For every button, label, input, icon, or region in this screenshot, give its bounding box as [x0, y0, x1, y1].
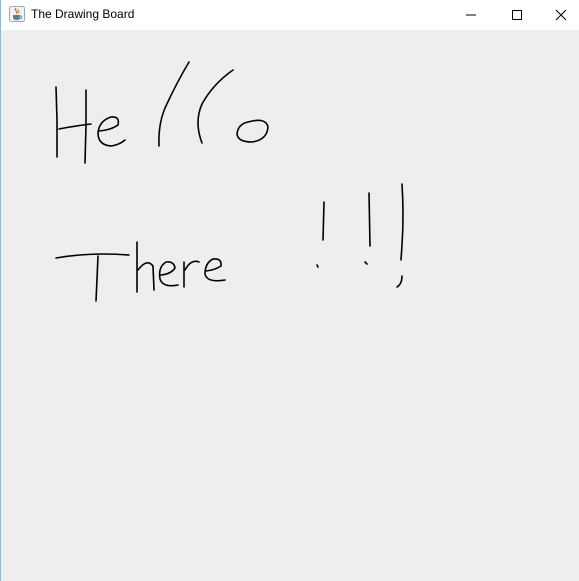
stroke-t-top	[55, 253, 130, 259]
app-window: The Drawing Board	[0, 0, 579, 581]
stroke-e2	[158, 261, 179, 287]
stroke-excl2	[368, 192, 371, 247]
handwritten-exclamations	[316, 183, 404, 288]
freehand-drawing	[55, 61, 404, 302]
close-icon	[555, 9, 567, 21]
drawing-canvas[interactable]	[1, 30, 579, 581]
stroke-excl1	[322, 201, 325, 241]
stroke-l2	[197, 69, 234, 144]
maximize-button[interactable]	[494, 0, 540, 30]
stroke-e	[97, 116, 126, 147]
handwritten-there	[55, 241, 226, 302]
title-bar[interactable]: The Drawing Board	[1, 0, 579, 30]
minimize-button[interactable]	[448, 0, 494, 30]
stroke-o	[236, 119, 269, 143]
minimize-icon	[466, 14, 476, 16]
stroke-h-right	[84, 89, 87, 164]
close-button[interactable]	[539, 0, 579, 30]
maximize-icon	[512, 10, 522, 20]
stroke-l1	[158, 61, 190, 147]
java-cup-icon[interactable]	[9, 6, 25, 22]
stroke-excl3-dot	[396, 275, 403, 288]
stroke-r	[183, 260, 200, 288]
stroke-excl1-dot	[316, 264, 319, 268]
handwritten-hello	[55, 61, 269, 164]
stroke-excl3	[400, 183, 404, 261]
stroke-h2	[136, 241, 155, 293]
stroke-e3	[204, 258, 226, 282]
stroke-excl2-dot	[364, 261, 368, 265]
window-title: The Drawing Board	[31, 7, 135, 21]
stroke-h-left	[55, 86, 58, 158]
stroke-t-stem	[95, 255, 99, 302]
